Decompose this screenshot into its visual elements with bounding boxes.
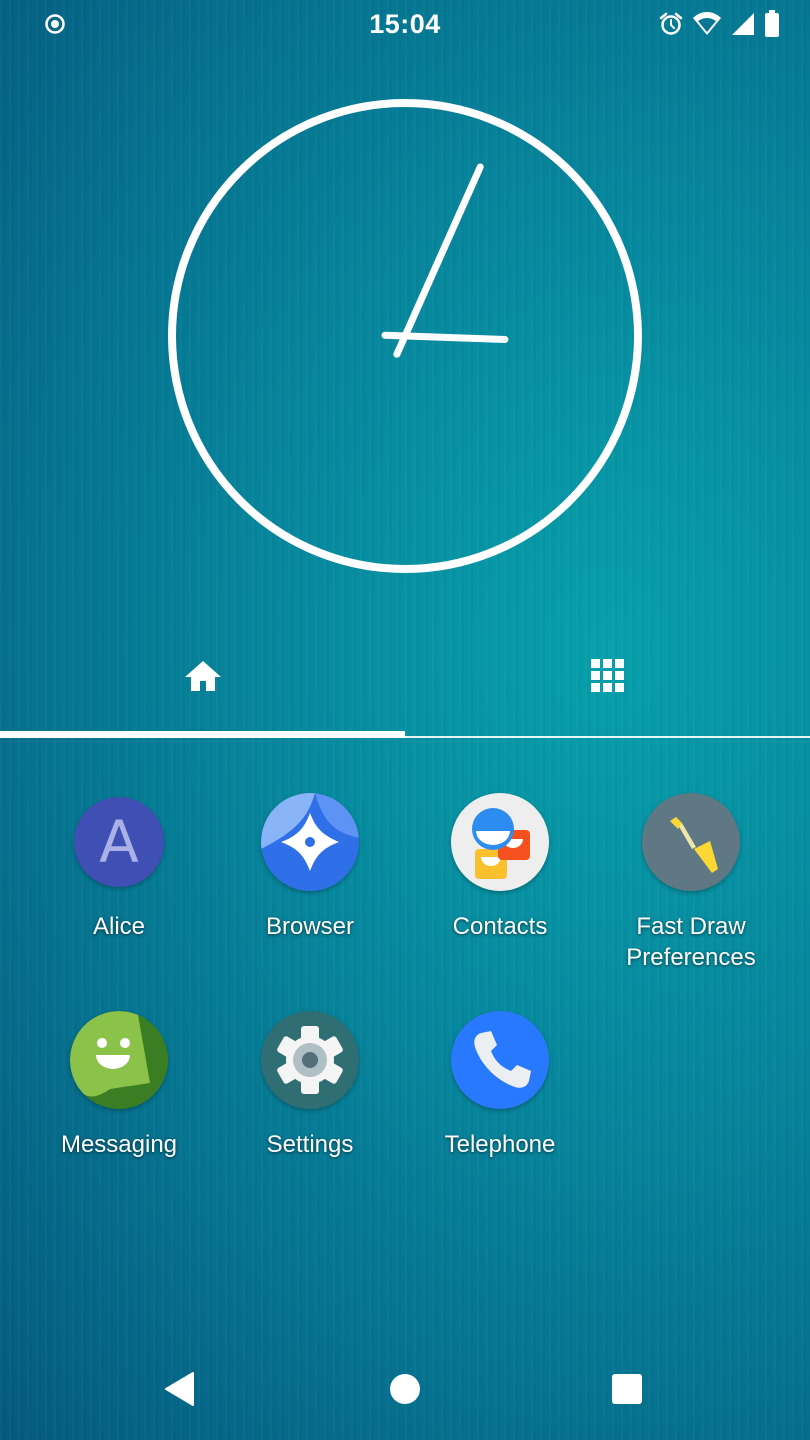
app-label: Browser [265,913,355,940]
launcher-tabs [0,640,810,740]
battery-icon [764,10,780,43]
app-fast-draw-preferences[interactable]: Fast Draw Preferences [596,793,786,973]
tab-all-apps[interactable] [405,658,810,738]
nav-recents-button[interactable] [597,1368,657,1414]
app-label: Settings [266,1131,354,1158]
tab-home[interactable] [0,658,405,738]
app-settings[interactable]: Settings [215,1011,405,1160]
app-label: Fast Draw Preferences [626,913,756,971]
home-circle-icon [389,1373,421,1410]
wifi-icon [692,11,722,42]
alarm-icon [658,11,684,42]
app-contacts[interactable]: Contacts [405,793,595,942]
app-browser[interactable]: Browser [215,793,405,942]
analog-clock-widget[interactable] [166,97,644,575]
recents-square-icon [611,1373,643,1410]
back-icon [163,1371,197,1412]
app-messaging[interactable]: Messaging [24,1011,214,1160]
messaging-icon [70,1011,168,1109]
nav-back-button[interactable] [150,1368,210,1414]
telephone-icon [451,1011,549,1109]
alice-icon: A [74,797,164,887]
app-label: Contacts [452,913,548,940]
browser-icon [261,793,359,891]
home-icon [183,658,223,738]
nav-home-button[interactable] [375,1368,435,1414]
settings-icon [261,1011,359,1109]
app-label: Telephone [444,1131,556,1158]
app-label: Alice [92,913,146,940]
navigation-bar [0,1340,810,1440]
app-telephone[interactable]: Telephone [405,1011,595,1160]
app-label: Messaging [60,1131,178,1158]
apps-grid-icon [590,658,626,738]
contacts-icon [451,793,549,891]
tab-selected-indicator [0,731,405,738]
clock-minute-hand [393,163,484,358]
fast-draw-icon [642,793,740,891]
status-bar: 15:04 [0,0,810,50]
app-alice[interactable]: A Alice [24,793,214,942]
cellular-signal-icon [730,11,756,42]
